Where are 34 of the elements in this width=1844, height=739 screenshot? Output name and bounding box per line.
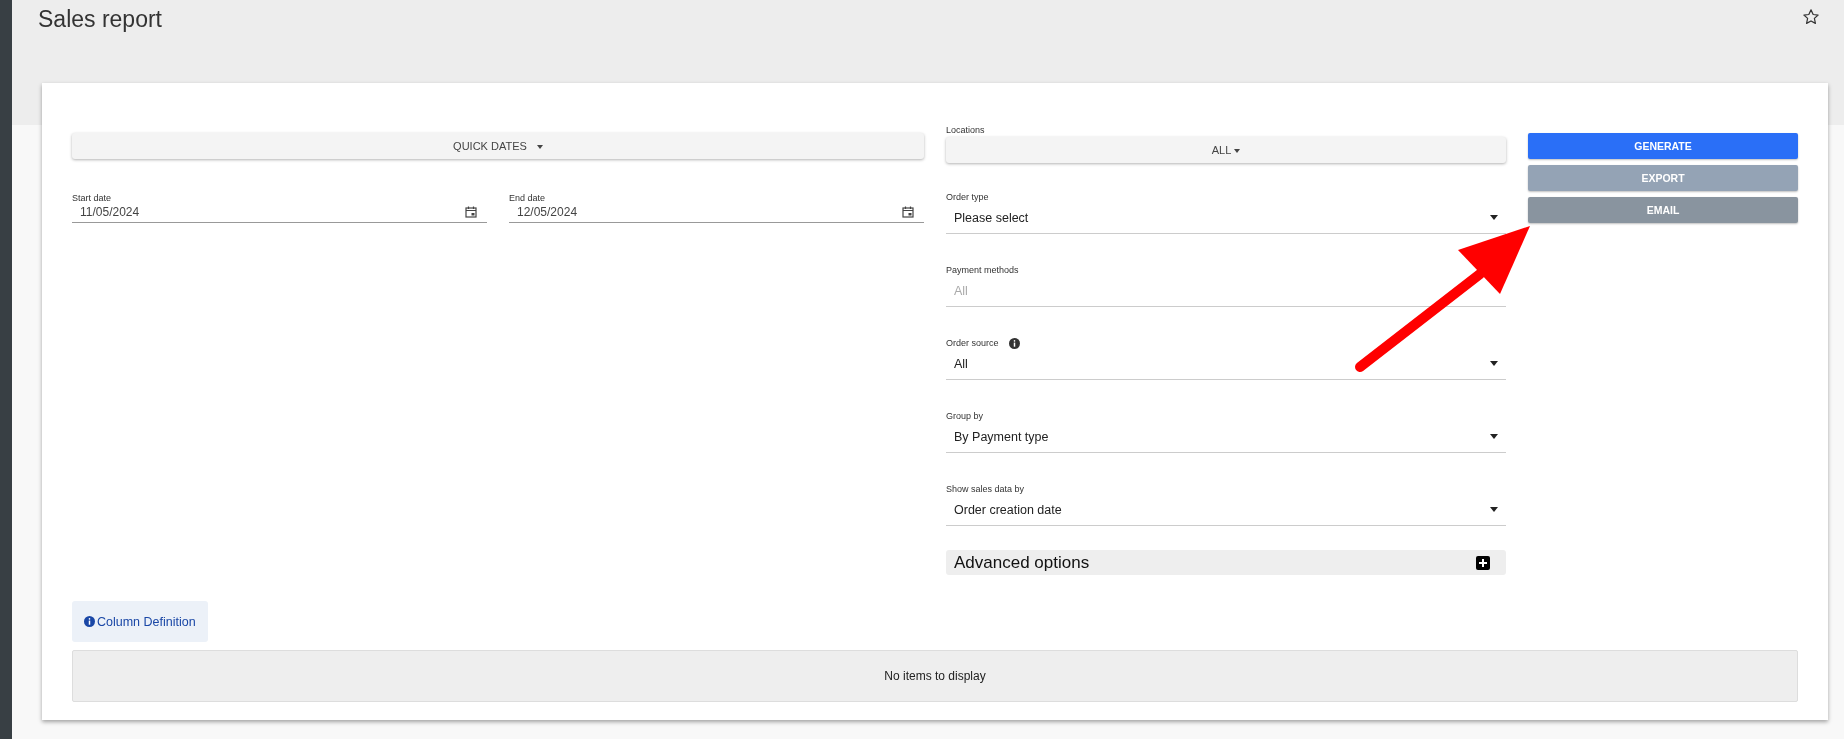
date-field[interactable]: 11/05/2024 [72, 203, 487, 223]
dropdown-caret-icon [1490, 215, 1498, 220]
field-label: Locations [946, 125, 985, 135]
field-label: Group by [946, 411, 984, 421]
date-label: End date [509, 193, 547, 203]
calendar-icon[interactable] [465, 206, 477, 218]
field-label: Show sales data by [946, 484, 1025, 494]
select-field[interactable]: Please select [946, 205, 1506, 234]
select-field[interactable]: By Payment type [946, 424, 1506, 453]
advanced-options-panel[interactable]: Advanced options [946, 550, 1506, 575]
quick-dates-button[interactable]: QUICK DATES [72, 133, 924, 159]
empty-message: No items to display [884, 669, 986, 683]
date-label: Start date [72, 193, 113, 203]
select-field[interactable]: Order creation date [946, 497, 1506, 526]
select-field[interactable]: All [946, 351, 1506, 380]
dropdown-caret-icon [1490, 361, 1498, 366]
locations-button[interactable]: ALL [946, 137, 1506, 163]
action-button[interactable]: GENERATE [1528, 133, 1798, 159]
panel-title: Advanced options [954, 552, 1090, 573]
field-label: Payment methods [946, 265, 1019, 275]
caret-icon [1234, 149, 1241, 154]
page-title: Sales report [38, 6, 162, 33]
date-field[interactable]: 12/05/2024 [509, 203, 924, 223]
field-label: Order type [946, 192, 989, 202]
calendar-icon[interactable] [902, 206, 914, 218]
info-icon [84, 616, 95, 627]
star-icon[interactable] [1802, 8, 1820, 26]
field-label: Order source [946, 338, 999, 348]
dropdown-caret-icon [1490, 507, 1498, 512]
dropdown-caret-icon [1490, 434, 1498, 439]
column-definition-button[interactable]: Column Definition [72, 601, 208, 642]
plus-icon[interactable] [1476, 555, 1490, 570]
caret-icon [536, 145, 543, 150]
info-icon[interactable] [1008, 337, 1020, 349]
